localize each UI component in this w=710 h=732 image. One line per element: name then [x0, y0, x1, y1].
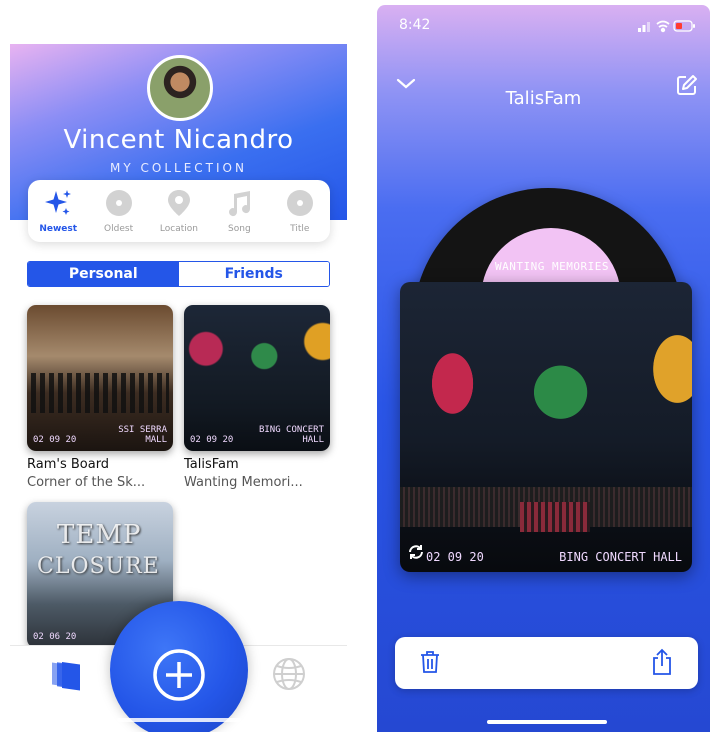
- sign-text-line2: CLOSURE: [37, 554, 160, 579]
- home-indicator: [487, 720, 607, 724]
- sort-title[interactable]: Title: [272, 188, 328, 234]
- add-icon: [152, 648, 206, 702]
- memory-date: 02 09 20: [33, 435, 77, 445]
- share-icon[interactable]: [651, 648, 673, 676]
- memory-venue: BING CONCERT HALL: [244, 425, 324, 445]
- memory-date: 02 06 20: [33, 632, 77, 642]
- record-label-text: WANTING MEMORIES: [495, 260, 609, 273]
- performers-photo-detail: [520, 502, 590, 532]
- memory-venue-line1: SSI SERRA: [118, 425, 167, 435]
- home-indicator: [117, 718, 241, 722]
- segment-friends[interactable]: Friends: [178, 262, 329, 286]
- memory-title: TalisFam: [505, 88, 582, 109]
- memory-date: 02 09 20: [190, 435, 234, 445]
- sort-options-card: Newest Oldest Location Song Title: [28, 180, 330, 242]
- memory-venue-line2: MALL: [145, 435, 167, 445]
- memory-venue: SSI SERRA MALL: [87, 425, 167, 445]
- segment-personal[interactable]: Personal: [28, 262, 179, 286]
- signal-icon: [638, 22, 650, 32]
- memory-detail-screen: 8:42 TalisFam WANTING MEMORIES 02 09 20 …: [377, 5, 710, 732]
- photo-date: 02 09 20: [426, 550, 484, 564]
- collection-segmented-control: Personal Friends: [27, 261, 330, 287]
- memory-photo[interactable]: 02 09 20 BING CONCERT HALL: [400, 282, 692, 572]
- memory-subtitle: Wanting Memori...: [184, 475, 303, 490]
- user-name: Vincent Nicandro: [63, 125, 294, 155]
- memory-venue-line2: HALL: [302, 435, 324, 445]
- status-time: 8:42: [399, 17, 431, 33]
- trash-icon[interactable]: [420, 650, 440, 674]
- memory-title: TalisFam: [184, 457, 239, 472]
- action-bar: [395, 637, 698, 689]
- sort-label-song: Song: [228, 224, 251, 234]
- stage-photo: [31, 373, 169, 413]
- photo-venue: BING CONCERT HALL: [559, 550, 682, 564]
- collection-icon[interactable]: [48, 656, 84, 692]
- sort-label-oldest: Oldest: [104, 224, 134, 234]
- sort-oldest[interactable]: Oldest: [91, 188, 147, 234]
- sort-newest[interactable]: Newest: [30, 188, 86, 234]
- sign-text-line1: TEMP: [57, 520, 142, 550]
- collection-subtitle: MY COLLECTION: [110, 161, 247, 175]
- battery-icon: [673, 20, 695, 32]
- globe-icon[interactable]: [271, 656, 307, 692]
- refresh-icon[interactable]: [408, 544, 424, 560]
- wifi-icon: [656, 20, 670, 33]
- sort-label-location: Location: [159, 224, 198, 234]
- music-note-icon: [224, 188, 254, 218]
- sort-label-title: Title: [290, 224, 310, 234]
- sort-label-newest: Newest: [39, 224, 78, 234]
- edit-icon[interactable]: [676, 74, 698, 96]
- sort-song[interactable]: Song: [211, 188, 267, 234]
- sort-location[interactable]: Location: [151, 188, 207, 234]
- disc-icon: [104, 188, 134, 218]
- collection-screen: Vincent Nicandro MY COLLECTION Newest Ol…: [10, 5, 347, 732]
- sparkles-icon: [43, 188, 73, 218]
- disc-icon: [285, 188, 315, 218]
- memory-subtitle: Corner of the Sk...: [27, 475, 146, 490]
- memory-title: Ram's Board: [27, 457, 110, 472]
- status-icons: [638, 18, 696, 33]
- memory-venue-line1: BING CONCERT: [258, 425, 324, 435]
- memory-card[interactable]: 02 09 20 SSI SERRA MALL: [27, 305, 173, 451]
- location-pin-icon: [164, 188, 194, 218]
- avatar[interactable]: [147, 55, 213, 121]
- memory-card[interactable]: 02 09 20 BING CONCERT HALL: [184, 305, 330, 451]
